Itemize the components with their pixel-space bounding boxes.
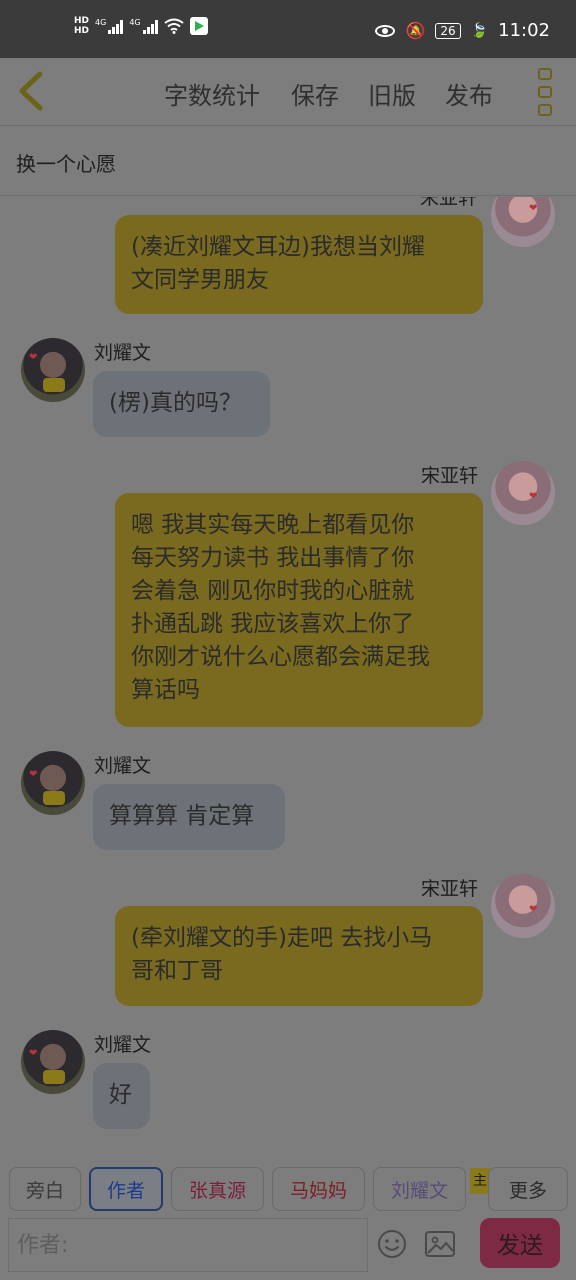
network-type-2: 4G [129,18,141,27]
message-line: 扑通乱跳 我应该喜欢上你了 [131,611,415,637]
send-button[interactable]: 发送 [480,1218,560,1268]
main-role-tag: 主 [470,1168,490,1194]
sender-name: 刘耀文 [94,755,152,777]
image-icon[interactable] [424,1229,456,1259]
message-bubble[interactable]: (牵刘耀文的手)走吧 去找小马 哥和丁哥 [115,906,483,1006]
avatar[interactable]: ❤ [491,874,555,938]
change-wish-button[interactable]: 换一个心愿 [16,148,116,177]
sender-name: 宋亚轩 [421,878,479,900]
sender-name: 刘耀文 [94,342,152,364]
sender-name: 宋亚轩 [421,465,479,487]
message-line: (牵刘耀文的手)走吧 去找小马 [131,925,433,951]
sender-name: 宋亚轩 [420,197,478,209]
message-line: 文同学男朋友 [131,267,269,293]
role-chip-zhang[interactable]: 张真源 [171,1167,264,1211]
word-count-button[interactable]: 字数统计 [164,76,260,111]
message-line: 好 [109,1082,132,1108]
status-left: HD HD 4G 4G [74,16,208,36]
publish-button[interactable]: 发布 [445,76,493,111]
battery-icon: 26 [435,22,461,39]
hd-indicator-1: HD [74,16,90,26]
message-bubble[interactable]: 算算算 肯定算 [93,784,285,850]
avatar[interactable]: ❤ [21,338,85,402]
avatar[interactable]: ❤ [491,197,555,247]
more-vertical-icon[interactable] [536,68,554,116]
message-bubble[interactable]: (楞)真的吗？ [93,371,270,437]
more-roles-button[interactable]: 更多 [488,1167,568,1211]
message-line: 每天努力读书 我出事情了你 [131,545,415,571]
sender-name: 刘耀文 [94,1034,152,1056]
input-bar: 发送 [0,1218,576,1280]
message-line: 你刚才说什么心愿都会满足我 [131,644,430,670]
signal-icon: 4G [95,18,124,34]
signal-icon-2: 4G [129,18,158,34]
role-chip-ma-mama[interactable]: 马妈妈 [272,1167,365,1211]
role-chip-narration[interactable]: 旁白 [9,1167,81,1211]
role-chip-liu[interactable]: 刘耀文 [373,1167,466,1211]
status-bar: HD HD 4G 4G 🔕 26 🍃 11:02 [0,0,576,58]
message-bubble[interactable]: (凑近刘耀文耳边)我想当刘耀 文同学男朋友 [115,215,483,314]
wifi-icon [163,18,184,34]
leaf-icon: 🍃 [470,22,489,39]
message-line: 算算算 肯定算 [109,803,255,829]
chevron-left-icon[interactable] [14,70,50,112]
message-line: 会着急 刚见你时我的心脏就 [131,578,415,604]
old-version-button[interactable]: 旧版 [368,76,416,111]
bell-off-icon: 🔕 [405,21,426,40]
role-chip-author[interactable]: 作者 [89,1167,163,1211]
smiley-icon[interactable] [376,1228,408,1260]
message-line: 嗯 我其实每天晚上都看见你 [131,512,415,538]
status-right: 🔕 26 🍃 11:02 [375,20,550,41]
avatar[interactable]: ❤ [491,461,555,525]
message-line: 算话吗 [131,677,200,703]
editor-toolbar: 字数统计 保存 旧版 发布 [0,58,576,126]
avatar[interactable]: ❤ [21,751,85,815]
message-line: (凑近刘耀文耳边)我想当刘耀 [131,234,425,260]
message-bubble[interactable]: 好 [93,1063,150,1129]
save-button[interactable]: 保存 [291,76,339,111]
chat-area[interactable]: 宋亚轩 ❤ (凑近刘耀文耳边)我想当刘耀 文同学男朋友 ❤ 刘耀文 (楞)真的吗… [0,197,576,1160]
avatar[interactable]: ❤ [21,1030,85,1094]
eye-icon [375,24,396,37]
network-type-1: 4G [95,18,107,27]
message-line: 哥和丁哥 [131,958,223,984]
message-input[interactable] [8,1218,368,1272]
message-line: (楞)真的吗？ [109,390,242,416]
role-selector-bar: 旁白 作者 张真源 马妈妈 刘耀文 主 更多 [0,1160,576,1218]
wish-bar: 换一个心愿 [0,126,576,196]
hd-indicators: HD HD [74,16,89,36]
clock: 11:02 [498,20,550,41]
message-bubble[interactable]: 嗯 我其实每天晚上都看见你 每天努力读书 我出事情了你 会着急 刚见你时我的心脏… [115,493,483,727]
hd-indicator-2: HD [74,26,90,36]
app-notification-icon [189,17,208,35]
